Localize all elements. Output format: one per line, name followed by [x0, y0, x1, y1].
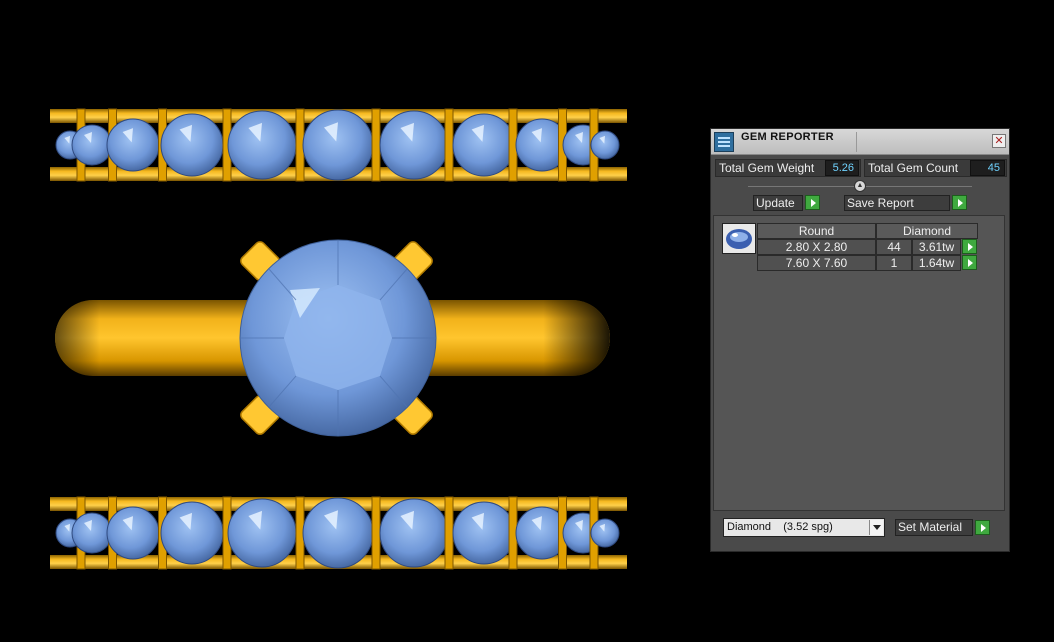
report-area: Round Diamond 2.80 X 2.80 44 3.61tw 7.60… [713, 215, 1005, 511]
eternity-band-bottom [50, 496, 627, 570]
set-material-button[interactable]: Set Material [895, 519, 973, 536]
band-stone [160, 113, 224, 177]
band-stone [590, 130, 620, 160]
panel-title: GEM REPORTER [741, 131, 834, 143]
band-stone [379, 110, 449, 180]
total-gem-weight-label: Total Gem Weight [719, 161, 815, 175]
material-header: Diamond [876, 223, 978, 239]
row-select-arrow-icon[interactable] [962, 255, 977, 270]
update-button[interactable]: Update [753, 195, 803, 211]
gem-reporter-app-icon [714, 132, 734, 152]
band-stone [227, 110, 297, 180]
update-arrow-icon[interactable] [805, 195, 820, 210]
band-stone [302, 497, 374, 569]
eternity-band-top [50, 108, 627, 182]
3d-viewport[interactable] [0, 0, 700, 642]
band-stone [106, 506, 160, 560]
band-stone [590, 518, 620, 548]
band-stone [227, 498, 297, 568]
band-stone [452, 501, 516, 565]
gem-count-cell: 44 [876, 239, 912, 255]
gem-size-cell: 2.80 X 2.80 [757, 239, 876, 255]
band-stone [71, 512, 113, 554]
title-bar[interactable]: GEM REPORTER ✕ [711, 129, 1009, 155]
band-stone [379, 498, 449, 568]
gem-reporter-panel: GEM REPORTER ✕ Total Gem Weight 5.26 Tot… [710, 128, 1010, 552]
material-select-value: Diamond (3.52 spg) [727, 521, 833, 533]
shape-header: Round [757, 223, 876, 239]
save-report-button[interactable]: Save Report [844, 195, 950, 211]
gem-count-cell: 1 [876, 255, 912, 271]
total-gem-count-value: 45 [970, 160, 1005, 176]
set-material-arrow-icon[interactable] [975, 520, 990, 535]
ring-render [50, 108, 627, 570]
round-gem-thumbnail-icon[interactable] [722, 223, 756, 254]
band-stone [160, 501, 224, 565]
splitter-handle[interactable]: ▲ [854, 180, 866, 192]
band-stone [452, 113, 516, 177]
gem-weight-cell: 1.64tw [912, 255, 961, 271]
band-stone [71, 124, 113, 166]
save-report-arrow-icon[interactable] [952, 195, 967, 210]
chevron-down-icon[interactable] [869, 520, 883, 535]
total-gem-weight-value: 5.26 [825, 160, 859, 176]
gem-size-cell: 7.60 X 7.60 [757, 255, 876, 271]
total-gem-count-label: Total Gem Count [868, 161, 959, 175]
material-select[interactable]: Diamond (3.52 spg) [723, 518, 885, 537]
center-stone [239, 239, 437, 437]
gem-weight-cell: 3.61tw [912, 239, 961, 255]
close-icon[interactable]: ✕ [992, 134, 1006, 148]
row-select-arrow-icon[interactable] [962, 239, 977, 254]
band-stone [302, 109, 374, 181]
title-separator [856, 132, 857, 152]
band-stone [106, 118, 160, 172]
